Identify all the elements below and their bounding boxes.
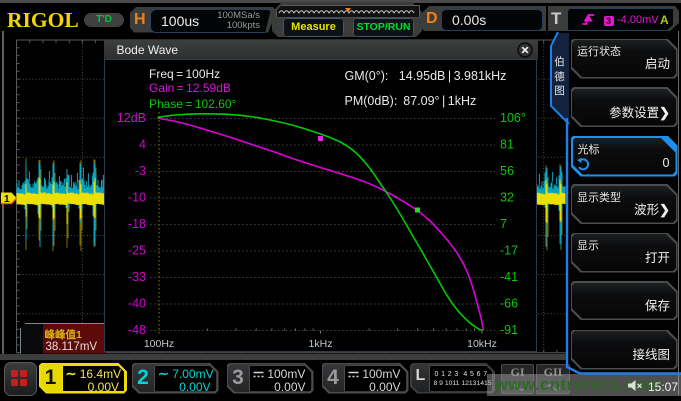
svg-text:-41: -41 — [500, 270, 518, 284]
svg-text:-48: -48 — [128, 323, 146, 337]
svg-text:106°: 106° — [500, 111, 526, 125]
svg-text:-3: -3 — [135, 164, 146, 178]
svg-text:10kHz: 10kHz — [467, 338, 497, 349]
svg-text:81: 81 — [500, 138, 514, 152]
svg-text:1kHz: 1kHz — [309, 338, 333, 349]
svg-text:100Hz: 100Hz — [144, 338, 174, 349]
svg-text:12dB: 12dB — [117, 111, 146, 125]
svg-text:-91: -91 — [500, 323, 518, 337]
svg-text:1: 1 — [4, 193, 10, 205]
svg-text:32: 32 — [500, 191, 514, 205]
svg-text:-66: -66 — [500, 297, 518, 311]
svg-text:-40: -40 — [128, 297, 146, 311]
svg-text:-18: -18 — [128, 217, 146, 231]
svg-text:7: 7 — [500, 217, 507, 231]
svg-text:-10: -10 — [128, 191, 146, 205]
svg-text:4: 4 — [139, 138, 146, 152]
svg-text:56: 56 — [500, 164, 514, 178]
svg-text:-33: -33 — [128, 270, 146, 284]
svg-text:-25: -25 — [128, 244, 146, 258]
svg-text:-17: -17 — [500, 244, 518, 258]
